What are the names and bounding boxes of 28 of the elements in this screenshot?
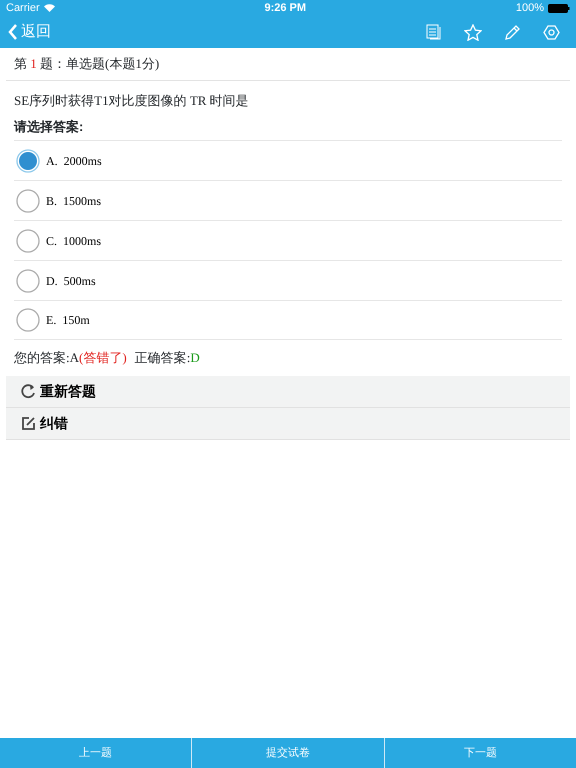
battery-icon (548, 4, 570, 12)
question-header: 第 1 题：单选题(本题1分) (6, 48, 570, 81)
answer-option[interactable]: E. 150m (14, 300, 562, 340)
pencil-icon[interactable] (504, 24, 521, 40)
radio-icon[interactable] (16, 188, 40, 212)
document-icon[interactable] (426, 24, 442, 40)
radio-icon[interactable] (16, 308, 40, 332)
answer-option[interactable]: B. 1500ms (14, 180, 562, 220)
battery-percent: 100% (516, 0, 544, 16)
answer-option[interactable]: C. 1000ms (14, 220, 562, 260)
question-text: SE序列时获得T1对比度图像的 TR 时间是 (13, 92, 250, 110)
answer-result: 您的答案:A(答错了) 正确答案:D (13, 349, 201, 367)
radio-icon[interactable] (16, 268, 40, 292)
answer-prompt: 请选择答案: (12, 118, 84, 136)
carrier-label: Carrier (6, 0, 40, 16)
radio-icon[interactable] (16, 148, 40, 172)
settings-icon[interactable] (543, 24, 560, 40)
radio-icon[interactable] (16, 228, 40, 252)
chevron-left-icon (8, 24, 18, 40)
action-button[interactable]: 纠错 (6, 408, 570, 440)
clock-time: 9:26 PM (264, 0, 306, 16)
star-icon[interactable] (464, 24, 482, 40)
wifi-icon (44, 4, 55, 12)
answer-option[interactable]: D. 500ms (14, 260, 562, 300)
redo-icon (20, 383, 36, 399)
answer-option[interactable]: A. 2000ms (14, 140, 562, 180)
action-button[interactable]: 重新答题 (6, 376, 570, 408)
edit-icon (20, 415, 36, 431)
